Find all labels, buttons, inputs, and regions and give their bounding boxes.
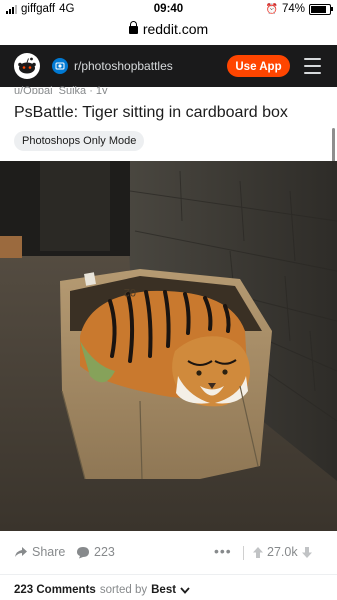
comment-bubble-icon bbox=[77, 546, 89, 558]
lock-icon bbox=[128, 21, 138, 34]
vote-controls: 27.0k bbox=[252, 545, 313, 559]
action-divider bbox=[243, 546, 244, 560]
comments-sort-bar[interactable]: 223 Comments sorted by Best bbox=[14, 584, 190, 596]
sort-value[interactable]: Best bbox=[151, 584, 176, 596]
battery-percent: 74% bbox=[281, 3, 305, 15]
downvote-icon[interactable] bbox=[301, 546, 313, 559]
share-icon bbox=[15, 547, 27, 557]
comments-button[interactable]: 223 bbox=[76, 545, 115, 559]
box-label-text: 02 bbox=[124, 286, 136, 298]
chevron-down-icon[interactable] bbox=[180, 586, 190, 594]
use-app-button[interactable]: Use App bbox=[227, 55, 290, 77]
upvote-icon[interactable] bbox=[252, 546, 264, 559]
scroll-indicator bbox=[332, 128, 335, 162]
sorted-by-label: sorted by bbox=[99, 584, 148, 596]
subreddit-name: r/photoshopbattles bbox=[74, 59, 173, 73]
hamburger-menu-icon[interactable] bbox=[304, 58, 321, 74]
subreddit-link[interactable]: r/photoshopbattles bbox=[52, 54, 173, 78]
vote-count: 27.0k bbox=[267, 545, 298, 559]
battery-icon bbox=[309, 3, 333, 15]
status-bar: giffgaff 4G 09:40 ⏰ 74% bbox=[0, 0, 337, 20]
post-image[interactable]: 02 bbox=[0, 161, 337, 531]
post-flair[interactable]: Photoshops Only Mode bbox=[14, 131, 145, 151]
battery-fill bbox=[311, 5, 326, 13]
post-author-meta[interactable]: u/Oppai_Suika · 1y bbox=[14, 83, 108, 94]
address-bar[interactable]: reddit.com bbox=[0, 20, 337, 42]
post-title: PsBattle: Tiger sitting in cardboard box bbox=[14, 104, 288, 121]
section-divider bbox=[0, 574, 337, 575]
reddit-header: r/photoshopbattles Use App bbox=[0, 45, 337, 87]
battery-info: ⏰ 74% bbox=[265, 3, 333, 15]
alarm-icon: ⏰ bbox=[265, 3, 278, 15]
tiger-in-box-image: 02 bbox=[0, 161, 337, 531]
url-text: reddit.com bbox=[142, 21, 209, 37]
share-label: Share bbox=[32, 545, 66, 559]
post-action-bar: Share 223 ••• 27.0k bbox=[0, 543, 337, 565]
reddit-snoo-icon[interactable] bbox=[14, 53, 40, 79]
share-button[interactable]: Share bbox=[14, 545, 65, 559]
more-options-button[interactable]: ••• bbox=[214, 543, 232, 559]
comments-count-label: 223 Comments bbox=[14, 584, 96, 596]
subreddit-icon bbox=[52, 58, 68, 74]
comment-count: 223 bbox=[94, 545, 115, 559]
